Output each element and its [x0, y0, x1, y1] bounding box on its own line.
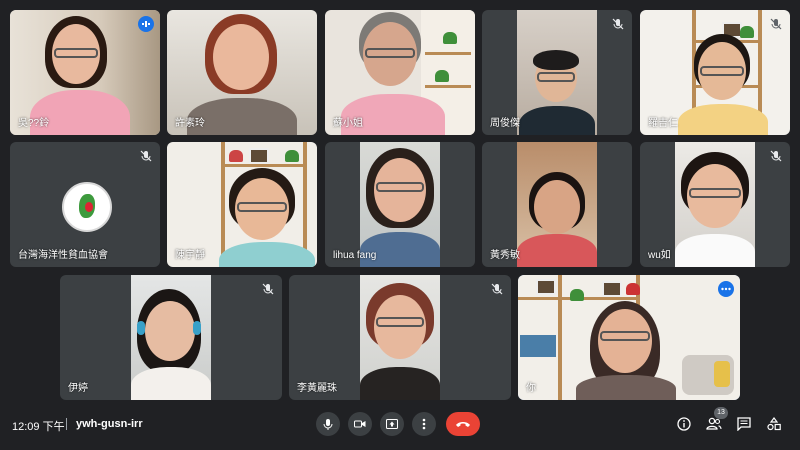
participant-tile[interactable]: 周俊傑: [482, 10, 632, 135]
self-view-tile[interactable]: 你: [518, 275, 740, 400]
participant-tile[interactable]: 羅吉仁: [640, 10, 790, 135]
participant-name: 李黃麗珠: [297, 383, 337, 394]
participant-tile[interactable]: 許素玲: [167, 10, 317, 135]
participant-name: lihua fang: [333, 250, 377, 261]
participant-tile[interactable]: 黃秀敏: [482, 142, 632, 267]
mic-button[interactable]: [316, 412, 340, 436]
participant-name: 你: [526, 383, 536, 394]
participant-tile[interactable]: wu如: [640, 142, 790, 267]
camera-icon: [354, 420, 366, 428]
participant-tile[interactable]: 李黃麗珠: [289, 275, 511, 400]
participant-name: 羅吉仁: [648, 118, 678, 129]
mic-off-icon: [612, 18, 624, 30]
mic-off-icon: [770, 18, 782, 30]
info-button[interactable]: [674, 414, 694, 434]
mic-icon: [323, 419, 333, 430]
chat-icon: [737, 417, 751, 431]
participant-name: 伊婷: [68, 383, 88, 394]
activities-button[interactable]: [764, 414, 784, 434]
meeting-time: 12:09 下午: [12, 421, 65, 433]
participant-name: 許素玲: [175, 118, 205, 129]
organization-logo: [62, 182, 112, 232]
participant-name: 蘇小姐: [333, 118, 363, 129]
activities-icon: [767, 417, 781, 431]
mic-off-icon: [491, 283, 503, 295]
divider: [66, 418, 67, 430]
speaking-indicator-icon: [138, 16, 154, 32]
camera-button[interactable]: [348, 412, 372, 436]
participant-name: 吳??鈴: [18, 118, 50, 129]
people-icon: [706, 417, 722, 430]
participant-tile[interactable]: 蘇小姐: [325, 10, 475, 135]
end-call-icon: [456, 422, 470, 427]
video-feed: [360, 275, 440, 400]
mic-off-icon: [140, 150, 152, 162]
mic-off-icon: [770, 150, 782, 162]
video-feed: [360, 142, 440, 267]
participant-name: wu如: [648, 250, 671, 261]
more-button[interactable]: [412, 412, 436, 436]
video-feed: [517, 142, 597, 267]
participant-tile[interactable]: 吳??鈴: [10, 10, 160, 135]
participant-tile[interactable]: 伊婷: [60, 275, 282, 400]
participant-name: 陳宇靜: [175, 250, 205, 261]
participant-name: 周俊傑: [490, 118, 520, 129]
present-button[interactable]: [380, 412, 404, 436]
video-feed: [517, 10, 597, 135]
participant-name: 台灣海洋性貧血協會: [18, 250, 108, 261]
meeting-code: ywh-gusn-irr: [76, 418, 143, 430]
present-icon: [386, 419, 398, 429]
more-options-icon[interactable]: [718, 281, 734, 297]
end-call-button[interactable]: [446, 412, 480, 436]
participant-tile[interactable]: 台灣海洋性貧血協會: [10, 142, 160, 267]
people-count-badge: 13: [714, 407, 728, 419]
chat-button[interactable]: [734, 414, 754, 434]
more-vert-icon: [422, 418, 426, 430]
mic-off-icon: [262, 283, 274, 295]
participant-tile[interactable]: 陳宇靜: [167, 142, 317, 267]
participant-tile[interactable]: lihua fang: [325, 142, 475, 267]
video-feed: [675, 142, 755, 267]
participant-name: 黃秀敏: [490, 250, 520, 261]
video-feed: [131, 275, 211, 400]
info-icon: [677, 417, 691, 431]
